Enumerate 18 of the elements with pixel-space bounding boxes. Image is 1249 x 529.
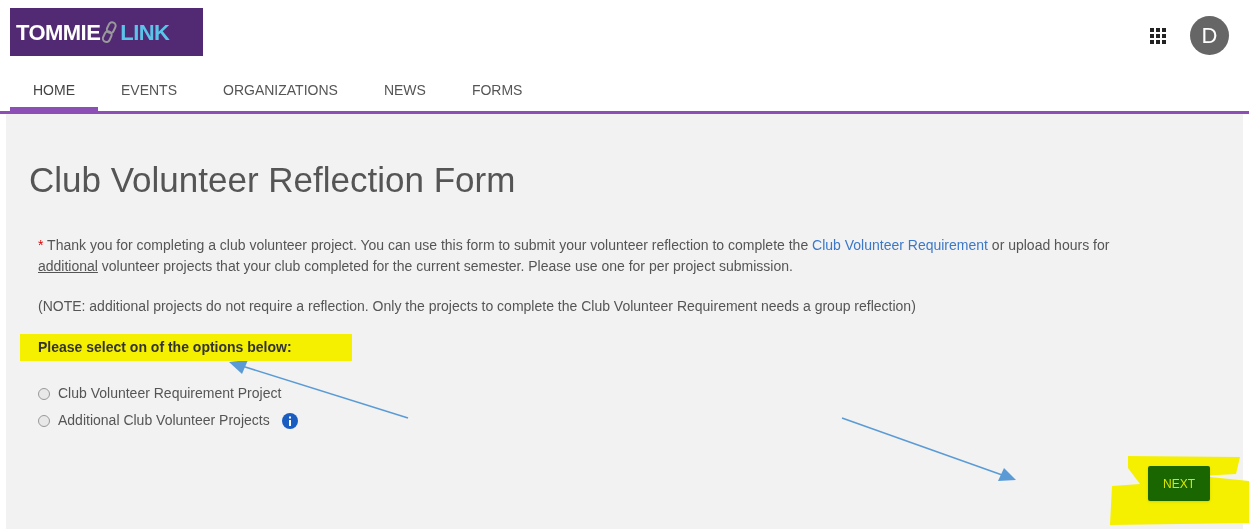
intro-text: * Thank you for completing a club volunteer project. You can use this form to submit your volunteer reflection to complete the Club Volunteer Requirement or upload hours for additional volunteer projects that your club completed for the current semester. Please use one for per project submission. [37, 236, 1111, 276]
requirement-link[interactable]: Club Volunteer Requirement [812, 237, 988, 253]
form-title: Club Volunteer Reflection Form [29, 162, 517, 197]
nav-tab[interactable]: ORGANIZATIONS [200, 68, 361, 111]
radio-button[interactable] [38, 414, 50, 427]
option-label[interactable]: Club Volunteer Requirement Project [58, 383, 282, 404]
radio-button[interactable] [38, 387, 50, 400]
info-icon[interactable] [281, 412, 298, 429]
avatar[interactable]: D [1190, 16, 1229, 55]
apps-grid-icon[interactable] [1150, 27, 1166, 44]
question-label: Please select on of the options below: [20, 334, 352, 361]
note-text: (NOTE: additional projects do not require a reflection. Only the projects to complete the Club Volunteer Requirement needs a group reflection) [37, 297, 917, 316]
nav-tab[interactable]: FORMS [448, 68, 546, 111]
next-button[interactable]: NEXT [1148, 466, 1210, 501]
nav-tab[interactable]: NEWS [360, 68, 449, 111]
option-label[interactable]: Additional Club Volunteer Projects [58, 410, 270, 431]
logo[interactable]: TOMMIE LINK [10, 8, 203, 56]
nav-tab[interactable]: EVENTS [98, 68, 200, 111]
